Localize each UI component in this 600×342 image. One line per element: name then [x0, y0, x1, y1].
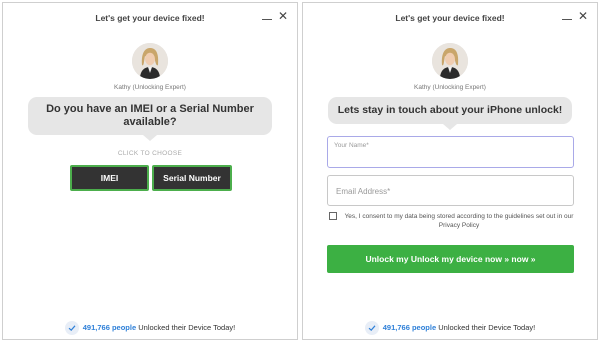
contact-form-dialog: Let's get your device fixed! ✕ Kathy (Un… [302, 2, 598, 340]
prompt-bubble: Lets stay in touch about your iPhone unl… [328, 97, 572, 130]
footer-text: Unlocked their Device Today! [138, 322, 236, 332]
serial-number-button[interactable]: Serial Number [152, 165, 232, 191]
close-icon[interactable]: ✕ [578, 10, 588, 22]
close-icon[interactable]: ✕ [278, 10, 288, 22]
consent-text: Yes, I consent to my data being stored a… [344, 213, 574, 229]
consent-checkbox[interactable] [329, 212, 337, 220]
dialog-title: Let's get your device fixed! [395, 13, 505, 23]
unlock-count: 491,766 people [382, 322, 437, 332]
imei-choice-dialog: Let's get your device fixed! ✕ Kathy (Un… [2, 2, 298, 340]
footer-stats: 491,766 people Unlocked their Device Tod… [303, 321, 597, 335]
choose-label: CLICK TO CHOOSE [117, 150, 183, 157]
unlock-submit-button[interactable]: Unlock my Unlock my device now » now » [327, 245, 574, 273]
minimize-icon[interactable] [561, 12, 573, 24]
name-field[interactable]: Your Name* [327, 136, 574, 168]
expert-name: Kathy (Unlocking Expert) [114, 84, 186, 91]
imei-button[interactable]: IMEI [70, 165, 149, 191]
title-bar: Let's get your device fixed! ✕ [3, 3, 297, 33]
footer-stats: 491,766 people Unlocked their Device Tod… [3, 321, 297, 335]
expert-avatar-icon [432, 43, 468, 79]
footer-text: Unlocked their Device Today! [438, 322, 536, 332]
avatar [432, 43, 468, 79]
expert-avatar-icon [132, 43, 168, 79]
dialog-title: Let's get your device fixed! [95, 13, 205, 23]
name-placeholder: Your Name* [334, 142, 369, 149]
minimize-icon[interactable] [261, 12, 273, 24]
unlock-count: 491,766 people [82, 322, 137, 332]
question-bubble: Do you have an IMEI or a Serial Number a… [28, 97, 272, 141]
avatar [132, 43, 168, 79]
check-circle-icon [64, 321, 79, 335]
email-placeholder: Email Address* [336, 187, 391, 196]
expert-name: Kathy (Unlocking Expert) [414, 84, 486, 91]
title-bar: Let's get your device fixed! ✕ [303, 3, 597, 33]
check-circle-icon [364, 321, 379, 335]
email-field[interactable]: Email Address* [327, 175, 574, 206]
